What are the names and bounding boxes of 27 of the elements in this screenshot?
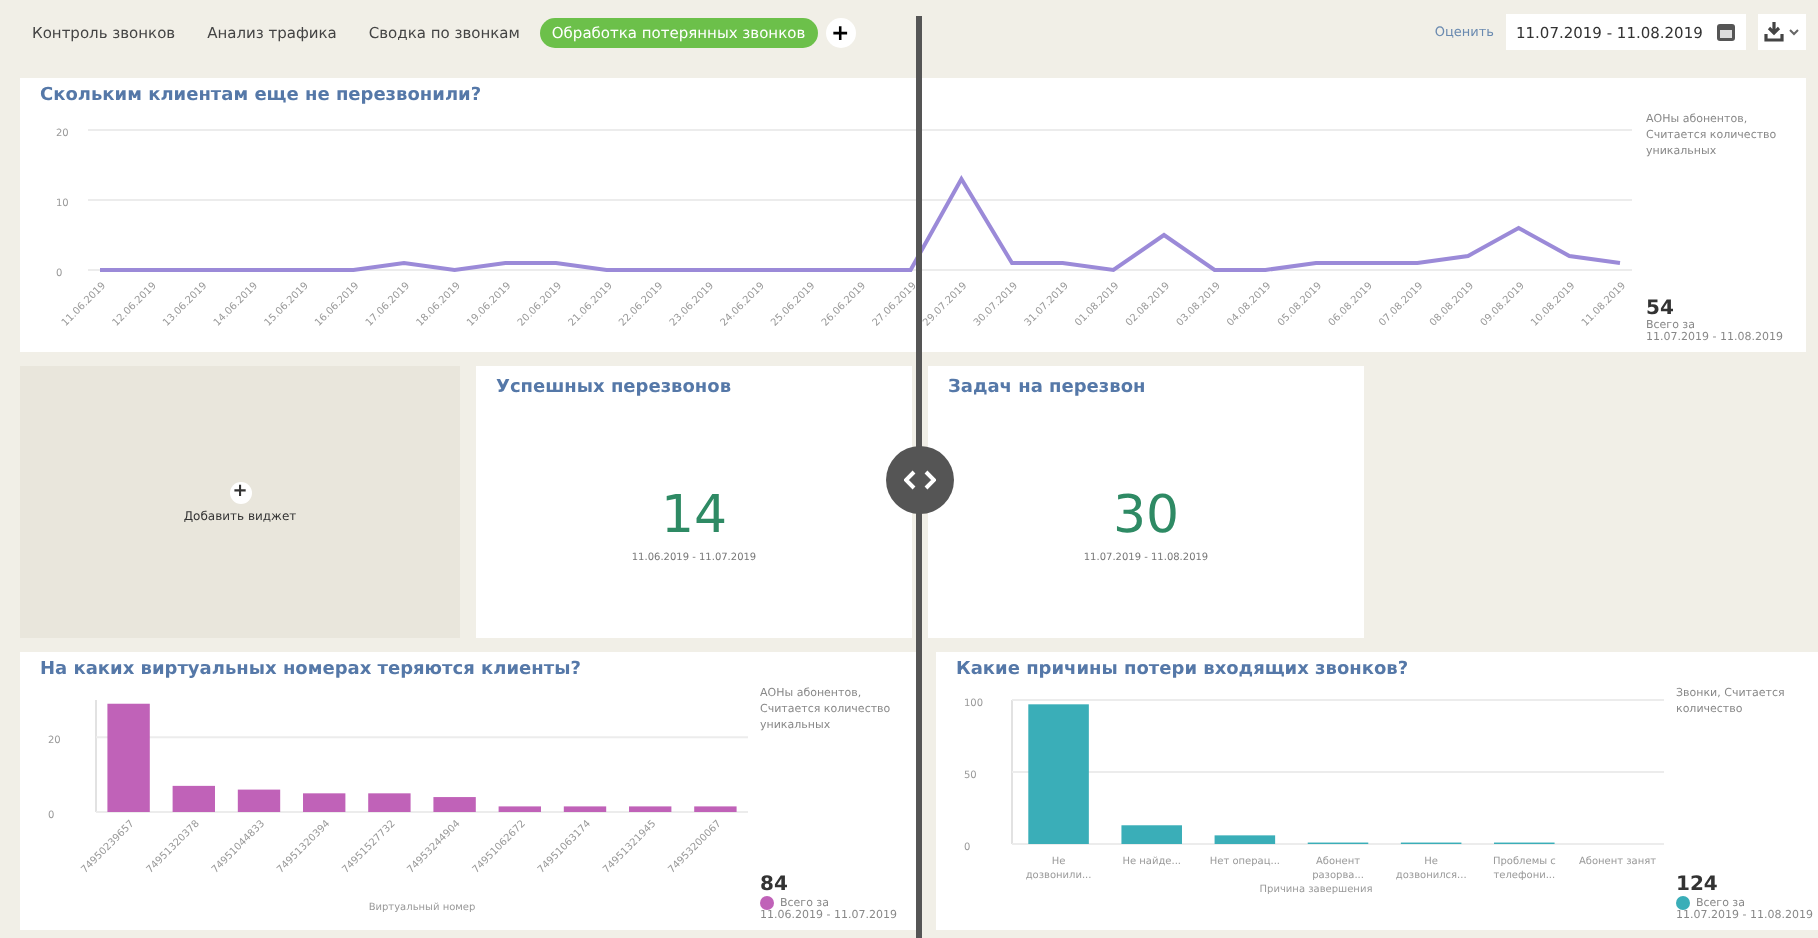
widget-title: На каких виртуальных номерах теряются клиенты? (40, 660, 583, 680)
bar (1121, 825, 1182, 844)
kpi-value: 30 (1112, 486, 1180, 546)
bar (107, 703, 150, 812)
widget-title: Задач на перезвон (948, 378, 1146, 398)
total-value: 54 (1646, 298, 1676, 320)
bar (694, 806, 737, 812)
bar (303, 793, 346, 812)
export-button[interactable] (1758, 14, 1806, 50)
total-value: 124 (1676, 874, 1720, 896)
add-tab-button[interactable]: + (825, 17, 856, 47)
widget-title: Какие причины потери входящих звонков? (956, 660, 1411, 680)
calendar-icon (1716, 22, 1736, 42)
bar (433, 797, 476, 812)
kpi-value: 14 (660, 486, 728, 546)
widget-title: Скольким клиентам еще не перезвонили? (40, 86, 484, 106)
bar (237, 789, 281, 812)
widget-title: Успешных перезвонов (496, 378, 732, 398)
bar (368, 793, 411, 812)
bar (1214, 835, 1276, 844)
bar (629, 806, 672, 812)
bar (1028, 704, 1089, 844)
bar (498, 806, 541, 812)
plus-icon: + (229, 481, 251, 503)
bar (172, 785, 215, 812)
bar (563, 806, 607, 812)
total-value: 84 (760, 874, 790, 896)
